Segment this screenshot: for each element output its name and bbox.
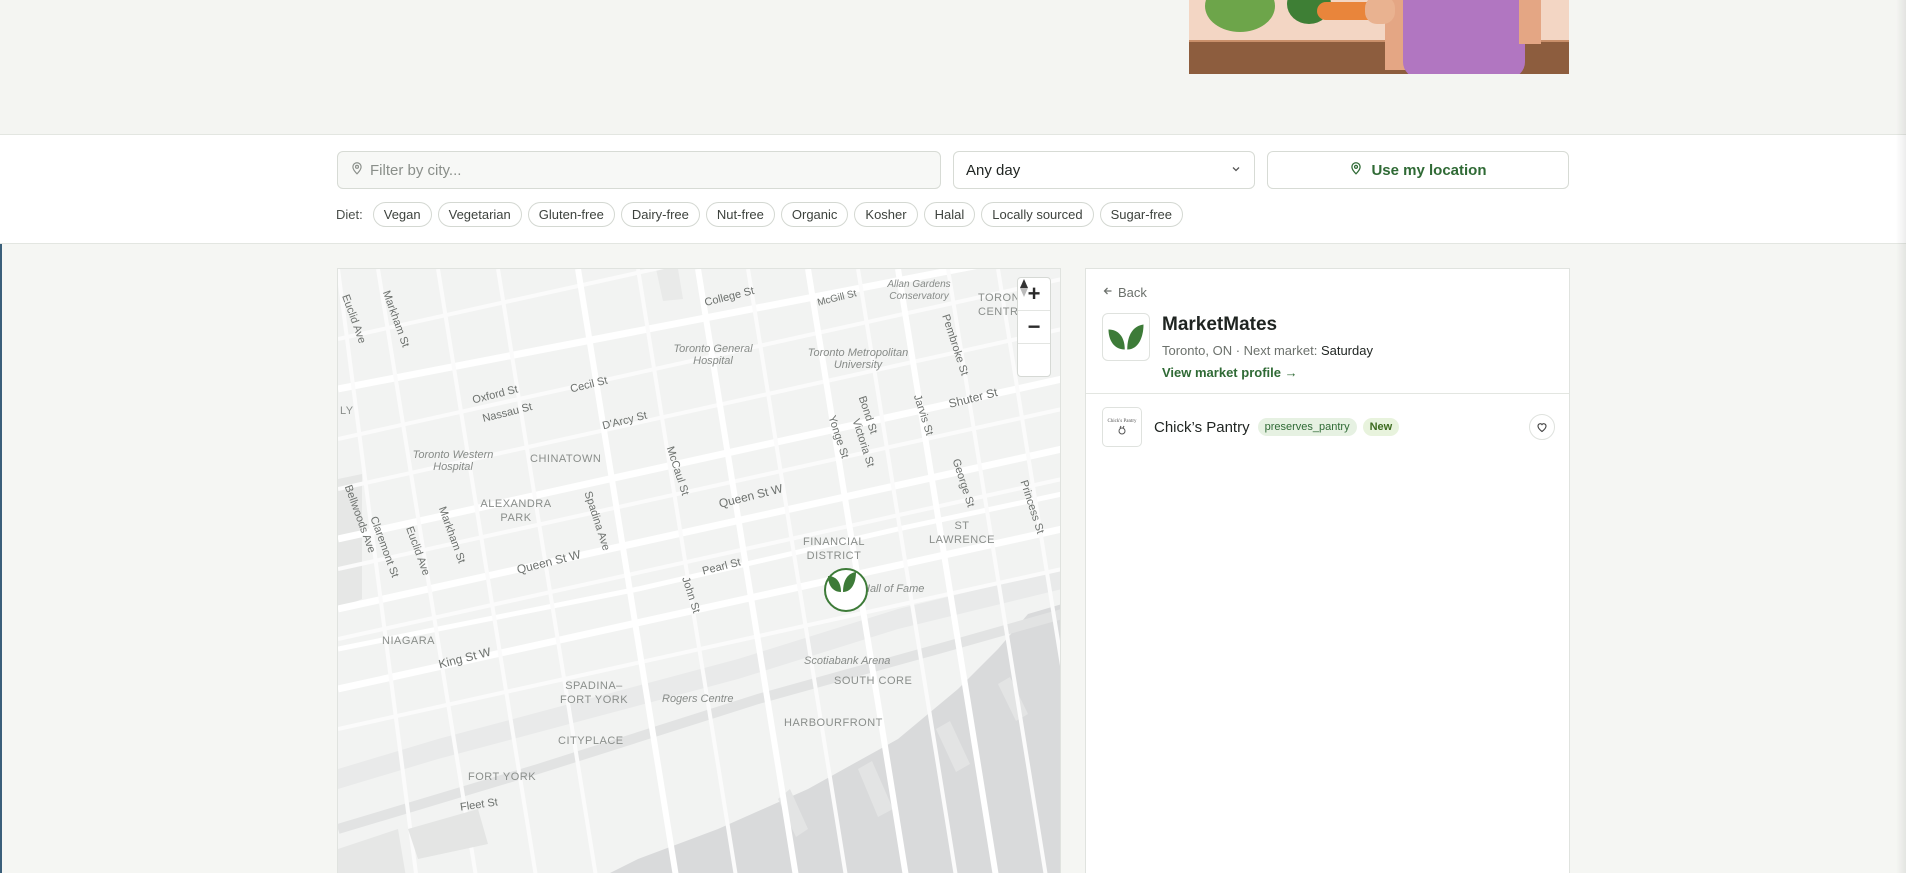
market-meta: Toronto, ON · Next market: Saturday (1162, 343, 1373, 358)
diet-chip-locally-sourced[interactable]: Locally sourced (981, 201, 1094, 227)
hero-illustration (1189, 0, 1569, 74)
map-label: LY (340, 405, 354, 417)
map-label: FORT YORK (468, 771, 537, 783)
map-label: CITYPLACE (558, 735, 624, 747)
map-view[interactable]: College St McGill St Allan Gardens Conse… (337, 268, 1061, 873)
chicken-icon (1118, 425, 1126, 434)
market-name: MarketMates (1162, 314, 1278, 335)
diet-chip-halal[interactable]: Halal (923, 201, 976, 227)
diet-label: Diet: (336, 206, 363, 222)
market-map-marker[interactable] (824, 568, 868, 612)
diet-chip-kosher[interactable]: Kosher (854, 201, 918, 227)
filter-bar: Any day Use my location Diet: Vegan Vege… (0, 134, 1906, 244)
view-market-profile-link[interactable]: View market profile → (1162, 365, 1298, 380)
map-label: Allan Gardens Conservatory (887, 279, 951, 302)
location-pin-icon (350, 161, 364, 180)
market-location: Toronto, ON · Next market: (1162, 343, 1321, 358)
market-detail-panel: Back MarketMates Toronto, ON · Next mark… (1085, 268, 1570, 873)
window-right-shadow (1896, 0, 1906, 873)
leaf-icon (1108, 324, 1144, 350)
vendor-name: Chick’s Pantry (1154, 418, 1250, 436)
map-label: NIAGARA (382, 635, 436, 647)
map-label: Scotiabank Arena (804, 655, 891, 667)
new-badge: New (1362, 418, 1400, 436)
back-label: Back (1118, 285, 1147, 300)
diet-chip-gluten-free[interactable]: Gluten-free (527, 201, 615, 227)
map-label: HARBOURFRONT (784, 717, 883, 729)
map-label: CHINATOWN (530, 453, 602, 465)
use-my-location-button[interactable]: Use my location (1267, 151, 1569, 189)
map-label: Rogers Centre (662, 693, 734, 705)
hero-section (0, 0, 1906, 134)
map-label: SPADINA– FORT YORK (559, 680, 629, 706)
map-label: ST LAWRENCE (929, 520, 995, 546)
use-my-location-label: Use my location (1371, 161, 1487, 179)
chevron-down-icon (1230, 162, 1242, 179)
map-zoom-controls: + − (1017, 277, 1051, 377)
next-market-day: Saturday (1320, 343, 1373, 358)
map-label: Hall of Fame (862, 583, 925, 595)
back-link[interactable]: Back (1102, 285, 1147, 300)
day-select[interactable]: Any day (953, 151, 1255, 189)
map-label: Toronto General Hospital (673, 343, 753, 367)
leaf-icon (828, 572, 856, 592)
map-label: Toronto Metropolitan University (807, 347, 909, 371)
category-badge: preserves_pantry (1257, 418, 1357, 436)
arrow-left-icon (1102, 285, 1114, 300)
diet-chip-sugar-free[interactable]: Sugar-free (1099, 201, 1183, 227)
city-filter-field[interactable] (337, 151, 941, 189)
compass-reset-button[interactable] (1018, 279, 1050, 376)
diet-chip-nut-free[interactable]: Nut-free (705, 201, 775, 227)
map-label: Toronto Western Hospital (412, 449, 494, 473)
map-label: ALEXANDRA PARK (480, 498, 552, 524)
zoom-out-button[interactable]: − (1018, 311, 1050, 344)
vendor-thumbnail: Chick's Pantry (1102, 407, 1142, 447)
vendor-list-item[interactable]: Chick's Pantry Chick’s Pantry preserves_… (1102, 407, 1555, 447)
map-label: FINANCIAL DISTRICT (803, 536, 865, 562)
compass-icon (1020, 279, 1028, 297)
day-select-value: Any day (966, 161, 1021, 179)
diet-chip-organic[interactable]: Organic (780, 201, 849, 227)
location-pin-icon (1349, 161, 1363, 179)
diet-filter-row: Diet: Vegan Vegetarian Gluten-free Dairy… (336, 201, 1183, 227)
market-logo (1102, 313, 1150, 361)
map-label: SOUTH CORE (834, 675, 913, 687)
heart-icon (1537, 423, 1547, 433)
favorite-button[interactable] (1529, 414, 1555, 440)
diet-chip-dairy-free[interactable]: Dairy-free (620, 201, 700, 227)
diet-chip-vegan[interactable]: Vegan (372, 201, 432, 227)
diet-chip-vegetarian[interactable]: Vegetarian (437, 201, 522, 227)
city-filter-input[interactable] (370, 152, 940, 188)
divider (1086, 393, 1569, 394)
